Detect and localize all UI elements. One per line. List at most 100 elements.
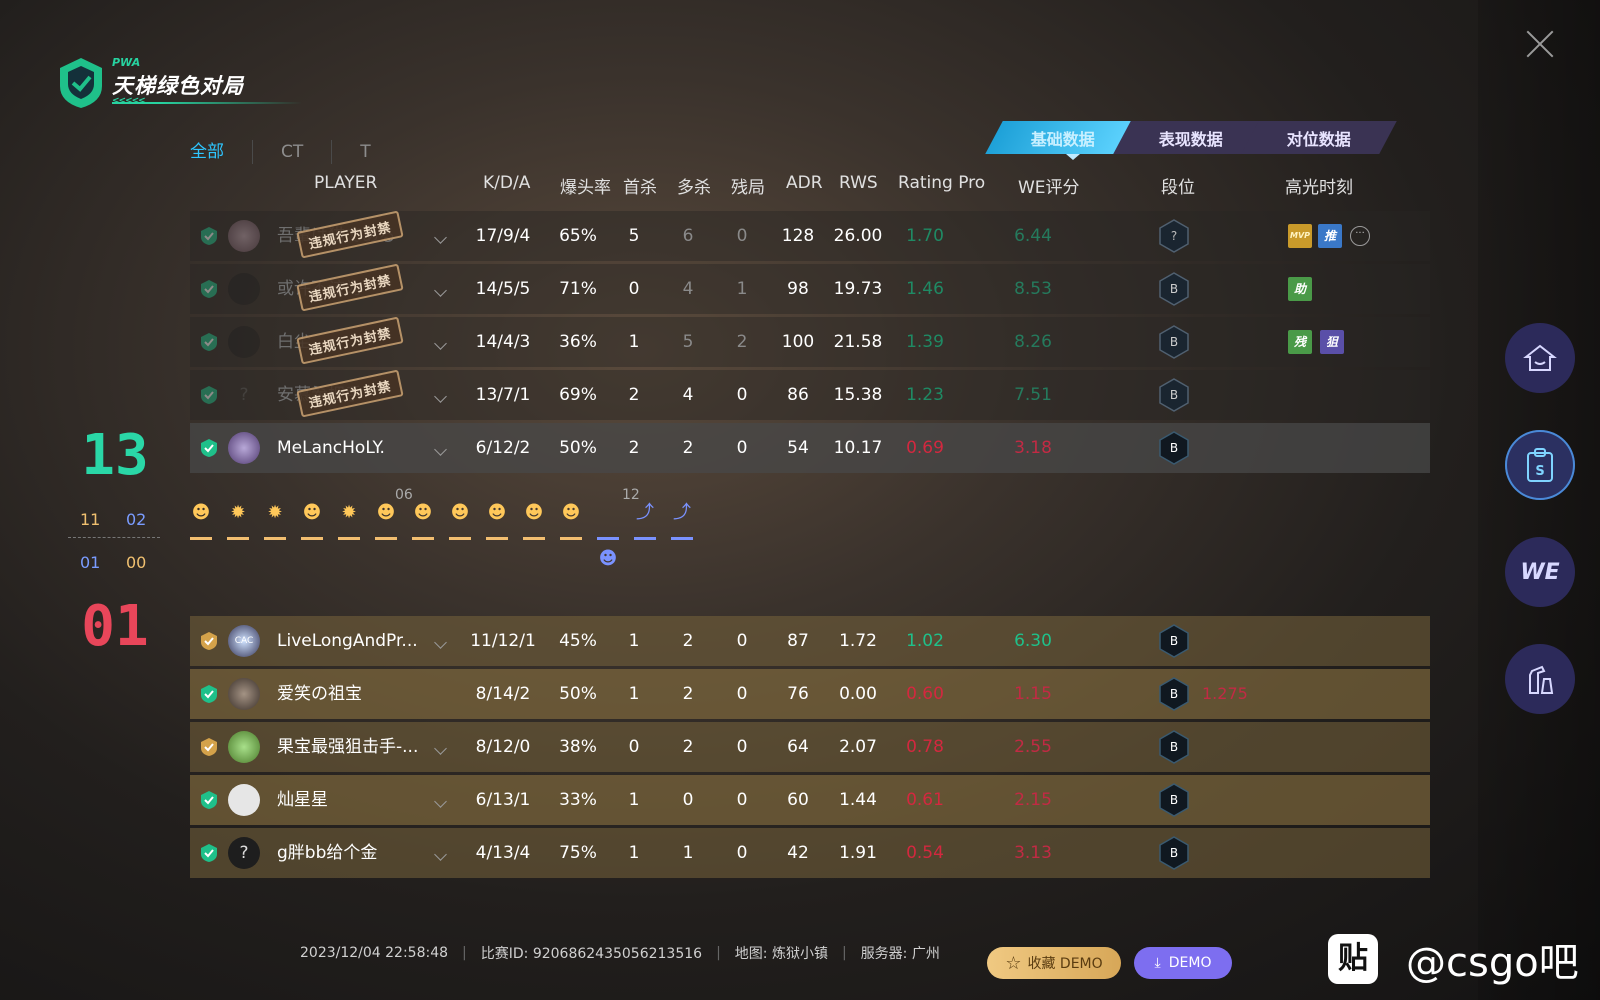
player-name[interactable]: LiveLongAndPr...: [277, 616, 418, 666]
adr-value: 54: [787, 438, 809, 458]
player-name[interactable]: 灿星星: [277, 775, 328, 825]
home-nav-button[interactable]: [1505, 323, 1575, 393]
multi-kill-value: 1: [682, 843, 694, 863]
adr-value: 100: [781, 332, 815, 352]
smile-icon[interactable]: ☻: [301, 501, 323, 525]
table-row[interactable]: ? 安慕希把手 违规行为封禁 13/7/1 69% 2 4 0 86 15.38…: [190, 369, 1430, 420]
avatar[interactable]: [228, 326, 260, 358]
close-button[interactable]: [1524, 28, 1556, 60]
chevron-down-icon[interactable]: [434, 795, 447, 808]
chevron-down-icon[interactable]: [434, 231, 447, 244]
smile-icon[interactable]: ☻: [449, 501, 471, 525]
table-row[interactable]: CAC LiveLongAndPr... 11/12/1 45% 1 2 0 8…: [190, 616, 1430, 666]
smile-icon[interactable]: ☻: [560, 501, 582, 525]
first-kill-value: 1: [628, 790, 640, 810]
multi-kill-value: 2: [682, 737, 694, 757]
chevron-down-icon[interactable]: [434, 443, 447, 456]
download-demo-button[interactable]: ⤓ DEMO: [1134, 947, 1232, 979]
player-name[interactable]: 果宝最强狙击手-...: [277, 722, 418, 772]
clutch-badge-icon[interactable]: 残: [1288, 330, 1312, 354]
header-rating: Rating Pro: [898, 173, 986, 193]
rank-label: B: [1169, 634, 1179, 648]
table-row[interactable]: ? g胖bb给个金 4/13/4 75% 1 1 0 42 1.91 0.54 …: [190, 828, 1430, 878]
player-name[interactable]: g胖bb给个金: [277, 828, 377, 878]
highlight-badge-icon[interactable]: 推: [1318, 224, 1342, 248]
green-shield-icon: [201, 791, 217, 809]
smile-icon[interactable]: ☻: [412, 501, 434, 525]
download-icon: ⤓: [1154, 955, 1161, 971]
match-info-footer: 2023/12/04 22:58:48 | 比赛ID: 920686243505…: [300, 943, 940, 963]
chevron-down-icon[interactable]: [434, 390, 447, 403]
favorite-demo-button[interactable]: ☆ 收藏 DEMO: [987, 947, 1121, 979]
tab-matchup-data[interactable]: 对位数据: [1241, 121, 1397, 154]
match-map: 地图: 炼狱小镇: [734, 946, 828, 962]
more-icon[interactable]: ···: [1350, 226, 1370, 246]
chevron-down-icon[interactable]: [434, 848, 447, 861]
logo-small-text: PWA: [112, 56, 141, 69]
header-hs: 爆头率: [560, 178, 611, 198]
svg-text:S: S: [1535, 464, 1544, 479]
avatar[interactable]: CAC: [228, 625, 260, 657]
blue-smile-icon[interactable]: ☻: [597, 547, 619, 571]
bomb-explode-icon[interactable]: ✹: [227, 501, 249, 525]
table-row[interactable]: 爱笑の祖宝 8/14/2 50% 1 2 0 76 0.00 0.60 1.15…: [190, 669, 1430, 719]
player-name[interactable]: 爱笑の祖宝: [277, 669, 362, 719]
avatar[interactable]: [228, 273, 260, 305]
download-demo-label: DEMO: [1168, 955, 1212, 971]
team-a-half1: 11: [80, 510, 101, 529]
team-b-score: 01: [81, 594, 149, 659]
table-row[interactable]: MeLancHoLY. 6/12/2 50% 2 2 0 54 10.17 0.…: [190, 423, 1430, 473]
footer-separator: |: [462, 945, 467, 961]
round-bar: [375, 537, 397, 540]
avatar[interactable]: [228, 731, 260, 763]
avatar[interactable]: [228, 220, 260, 252]
hs-value: 45%: [559, 631, 597, 651]
chevron-down-icon[interactable]: [434, 636, 447, 649]
smile-icon[interactable]: ☻: [375, 501, 397, 525]
multi-kill-value: 5: [682, 332, 694, 352]
assist-badge-icon[interactable]: 助: [1288, 277, 1312, 301]
avatar[interactable]: ?: [228, 837, 260, 869]
mvp-badge-icon[interactable]: MVP: [1288, 224, 1312, 248]
table-row[interactable]: 果宝最强狙击手-... 8/12/0 38% 0 2 0 64 2.07 0.7…: [190, 722, 1430, 772]
chevron-down-icon[interactable]: [434, 337, 447, 350]
team-a-half2: 02: [126, 510, 147, 529]
tab-ct[interactable]: CT: [252, 140, 331, 164]
adr-value: 87: [787, 631, 809, 651]
we-score-value: 8.53: [1014, 279, 1052, 299]
logo-arrows: <<<<<: [112, 96, 146, 106]
multi-kill-value: 0: [682, 790, 694, 810]
chevron-down-icon[interactable]: [434, 742, 447, 755]
defuse-icon[interactable]: ⤴: [671, 501, 693, 525]
avatar[interactable]: [228, 678, 260, 710]
table-row[interactable]: 或许不该为 违规行为封禁 14/5/5 71% 0 4 1 98 19.73 1…: [190, 263, 1430, 314]
avatar[interactable]: [228, 784, 260, 816]
table-row[interactable]: 灿星星 6/13/1 33% 1 0 0 60 1.44 0.61 2.15 B: [190, 775, 1430, 825]
avatar[interactable]: [228, 432, 260, 464]
tab-matchup-data-label: 对位数据: [1286, 129, 1351, 149]
bomb-explode-icon[interactable]: ✹: [338, 501, 360, 525]
smile-icon[interactable]: ☻: [190, 501, 212, 525]
chevron-down-icon[interactable]: [434, 284, 447, 297]
table-row[interactable]: 吾輩は猫である 违规行为封禁 17/9/4 65% 5 6 0 128 26.0…: [190, 210, 1430, 261]
first-kill-value: 1: [628, 631, 640, 651]
table-row[interactable]: 白尘 违规行为封禁 14/4/3 36% 1 5 2 100 21.58 1.3…: [190, 316, 1430, 367]
adr-value: 42: [787, 843, 809, 863]
smile-icon[interactable]: ☻: [523, 501, 545, 525]
player-name[interactable]: MeLancHoLY.: [277, 423, 385, 473]
sniper-badge-icon[interactable]: 狙: [1320, 330, 1344, 354]
we-nav-button[interactable]: WE: [1505, 537, 1575, 607]
utility-nav-button[interactable]: [1505, 644, 1575, 714]
gold-shield-icon: [201, 738, 217, 756]
first-kill-value: 5: [628, 226, 640, 246]
tab-t[interactable]: T: [331, 140, 398, 164]
defuse-icon[interactable]: ⤴: [634, 501, 656, 525]
team-b-table: CAC LiveLongAndPr... 11/12/1 45% 1 2 0 8…: [190, 616, 1430, 881]
first-kill-value: 1: [628, 843, 640, 863]
tab-all[interactable]: 全部: [190, 140, 252, 164]
scoreboard-nav-button[interactable]: S: [1505, 430, 1575, 500]
avatar[interactable]: ?: [228, 379, 260, 411]
team-b-half1: 01: [80, 553, 101, 572]
bomb-explode-icon[interactable]: ✹: [264, 501, 286, 525]
smile-icon[interactable]: ☻: [486, 501, 508, 525]
